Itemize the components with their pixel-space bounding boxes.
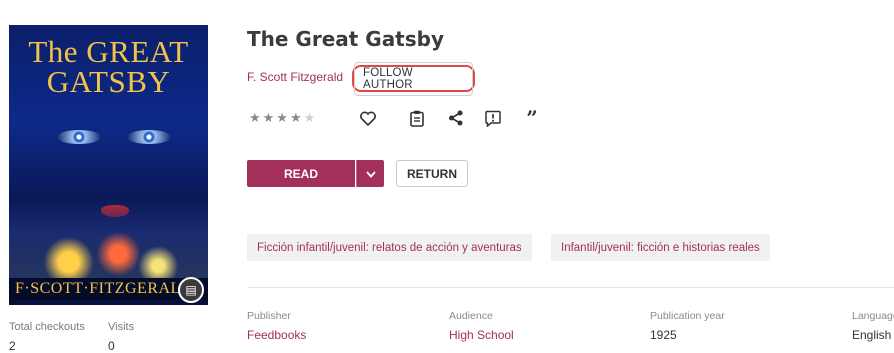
publication-year-value: 1925 (650, 328, 677, 342)
read-options-button[interactable] (356, 160, 384, 187)
divider (247, 287, 894, 288)
subject-tag[interactable]: Ficción infantil/juvenil: relatos de acc… (247, 234, 532, 261)
follow-author-button[interactable]: FOLLOW AUTHOR (352, 61, 475, 96)
read-button[interactable]: READ (247, 160, 355, 187)
chevron-down-icon (365, 167, 376, 181)
follow-author-label: FOLLOW AUTHOR (354, 61, 473, 96)
heart-icon[interactable] (358, 108, 378, 128)
cover-city (9, 198, 208, 278)
audience-link[interactable]: High School (449, 328, 514, 342)
rating-filled: ★★★★ (249, 110, 304, 125)
cover-eye-left (57, 130, 101, 144)
visits-label: Visits (108, 321, 135, 333)
visits: Visits 0 (108, 321, 134, 353)
book-title: The Great Gatsby (247, 27, 445, 51)
share-icon[interactable] (446, 108, 466, 128)
language-value: English (852, 328, 892, 342)
total-checkouts: Total checkouts 2 (9, 321, 85, 353)
details-icon[interactable]: ▤ (178, 277, 204, 303)
rating-stars[interactable]: ★★★★★ (249, 110, 317, 126)
subject-tag[interactable]: Infantil/juvenil: ficción e historias re… (551, 234, 770, 261)
publication-year-label: Publication year (650, 310, 725, 322)
rating-empty: ★ (303, 110, 318, 125)
quote-icon[interactable]: ” (522, 106, 542, 130)
report-icon[interactable] (483, 108, 503, 128)
total-checkouts-label: Total checkouts (9, 321, 85, 333)
cover-eye-right (127, 130, 171, 144)
clipboard-icon[interactable] (407, 108, 427, 128)
visits-value: 0 (108, 339, 115, 353)
cover-title: The GREAT GATSBY (28, 34, 189, 99)
publisher-label: Publisher (247, 310, 291, 322)
audience-label: Audience (449, 310, 493, 322)
total-checkouts-value: 2 (9, 339, 16, 353)
publisher-link[interactable]: Feedbooks (247, 328, 306, 342)
return-button[interactable]: RETURN (396, 160, 468, 187)
author-link[interactable]: F. Scott Fitzgerald (247, 70, 343, 84)
book-cover[interactable]: The GREAT GATSBY F·SCOTT·FITZGERALD (9, 25, 208, 305)
language-label: Language (852, 310, 894, 322)
